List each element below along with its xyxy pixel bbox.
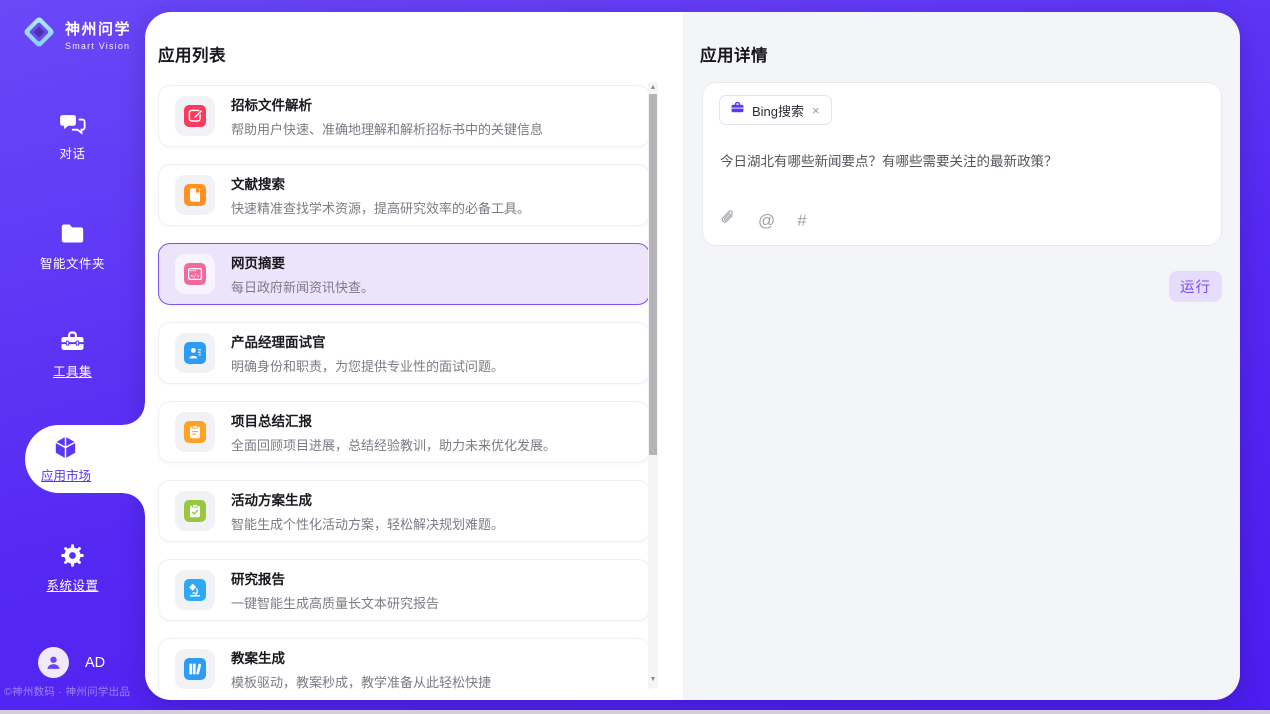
sidebar-item-label: 应用市场 — [41, 465, 91, 484]
list-scrollbar[interactable]: ▲ ▼ — [648, 82, 658, 688]
briefcase-icon — [730, 100, 745, 120]
app-card-literature-search[interactable]: 文献搜索 快速精准查找学术资源，提高研究效率的必备工具。 — [158, 164, 650, 226]
app-icon-frame — [175, 491, 215, 531]
app-card-desc: 帮助用户快速、准确地理解和解析招标书中的关键信息 — [231, 119, 543, 138]
brand-subtitle: Smart Vision — [65, 41, 131, 51]
cube-icon — [52, 434, 79, 461]
app-card-desc: 全面回顾项目进展，总结经验教训，助力未来优化发展。 — [231, 435, 556, 454]
app-card-desc: 明确身份和职责，为您提供专业性的面试问题。 — [231, 356, 504, 375]
bottom-edge-strip — [0, 710, 1270, 714]
interviewer-icon — [184, 342, 206, 364]
app-list-title: 应用列表 — [158, 42, 226, 66]
app-icon-frame — [175, 96, 215, 136]
app-card-web-summary[interactable]: </> 网页摘要 每日政府新闻资讯快查。 — [158, 243, 650, 305]
books-icon — [184, 658, 206, 680]
user-name: AD — [85, 655, 105, 671]
gear-icon — [59, 542, 86, 569]
sidebar-item-chat[interactable]: 对话 — [0, 110, 145, 162]
sidebar-item-toolset[interactable]: 工具集 — [0, 328, 145, 380]
run-button[interactable]: 运行 — [1169, 271, 1222, 302]
tool-tag-bing-search[interactable]: Bing搜索 × — [719, 95, 832, 125]
hash-icon[interactable]: # — [797, 212, 806, 229]
app-card-pm-interviewer[interactable]: 产品经理面试官 明确身份和职责，为您提供专业性的面试问题。 — [158, 322, 650, 384]
active-pill-notch-top — [123, 403, 145, 425]
app-icon-frame — [175, 175, 215, 215]
app-card-desc: 模板驱动，教案秒成，教学准备从此轻松快捷 — [231, 672, 491, 690]
paperclip-icon[interactable] — [720, 210, 736, 231]
sidebar-item-app-market[interactable]: 应用市场 — [25, 425, 145, 493]
app-icon-frame — [175, 649, 215, 689]
user-account[interactable]: AD — [38, 647, 105, 678]
app-card-title: 活动方案生成 — [231, 489, 504, 509]
input-toolbar: @ # — [720, 210, 807, 231]
brand-logo: 神州问学 Smart Vision — [20, 13, 131, 56]
app-card-desc: 智能生成个性化活动方案，轻松解决规划难题。 — [231, 514, 504, 533]
app-icon-frame — [175, 570, 215, 610]
app-card-title: 文献搜索 — [231, 173, 530, 193]
brand-name: 神州问学 — [65, 18, 131, 39]
app-card-desc: 一键智能生成高质量长文本研究报告 — [231, 593, 439, 612]
clipboard-check-icon — [184, 500, 206, 522]
brand-diamond-icon — [20, 13, 58, 56]
app-card-title: 教案生成 — [231, 647, 491, 667]
app-card-desc: 快速精准查找学术资源，提高研究效率的必备工具。 — [231, 198, 530, 217]
app-list-panel: 应用列表 招标文件解析 帮助用户快速、准确地理解和解析招标书中的关键信息 — [145, 12, 683, 700]
app-card-project-summary[interactable]: 项目总结汇报 全面回顾项目进展，总结经验教训，助力未来优化发展。 — [158, 401, 650, 463]
app-card-event-plan[interactable]: 活动方案生成 智能生成个性化活动方案，轻松解决规划难题。 — [158, 480, 650, 542]
active-pill-notch-bottom — [123, 493, 145, 515]
app-card-title: 研究报告 — [231, 568, 439, 588]
sidebar-item-settings[interactable]: 系统设置 — [0, 542, 145, 594]
copyright-footer: ©神州数码 · 神州问学出品 — [4, 684, 144, 699]
app-detail-title: 应用详情 — [700, 42, 768, 66]
mention-icon[interactable]: @ — [758, 212, 775, 229]
clipboard-icon — [184, 421, 206, 443]
sidebar: 神州问学 Smart Vision 对话 智能文件夹 — [0, 0, 145, 714]
sidebar-item-label: 工具集 — [53, 361, 92, 380]
book-icon — [184, 184, 206, 206]
app-icon-frame: </> — [175, 254, 215, 294]
query-text[interactable]: 今日湖北有哪些新闻要点？有哪些需要关注的最新政策？ — [720, 152, 1200, 172]
app-card-bid-analysis[interactable]: 招标文件解析 帮助用户快速、准确地理解和解析招标书中的关键信息 — [158, 85, 650, 147]
app-icon-frame — [175, 412, 215, 452]
app-card-title: 项目总结汇报 — [231, 410, 556, 430]
microscope-icon — [184, 579, 206, 601]
app-card-desc: 每日政府新闻资讯快查。 — [231, 277, 374, 296]
toolbox-icon — [59, 328, 86, 355]
app-card-title: 招标文件解析 — [231, 94, 543, 114]
sidebar-item-label: 对话 — [59, 143, 85, 162]
folder-icon — [59, 220, 86, 247]
scroll-down-arrow[interactable]: ▼ — [648, 674, 658, 686]
app-card-title: 产品经理面试官 — [231, 331, 504, 351]
app-card-title: 网页摘要 — [231, 252, 374, 272]
app-card-lesson-plan[interactable]: 教案生成 模板驱动，教案秒成，教学准备从此轻松快捷 — [158, 638, 650, 690]
prompt-input-card[interactable]: Bing搜索 × 今日湖北有哪些新闻要点？有哪些需要关注的最新政策？ @ # — [702, 82, 1222, 246]
close-icon[interactable]: × — [811, 104, 821, 117]
scrollbar-thumb[interactable] — [649, 94, 657, 455]
scroll-up-arrow[interactable]: ▲ — [648, 82, 658, 94]
app-detail-panel: 应用详情 Bing搜索 × 今日湖北有哪些新闻要点？有哪些需要关注的最新政策？ — [683, 12, 1240, 700]
edit-doc-icon — [184, 105, 206, 127]
app-icon-frame — [175, 333, 215, 373]
tool-tag-label: Bing搜索 — [752, 101, 804, 120]
webpage-code-icon: </> — [184, 263, 206, 285]
svg-text:</>: </> — [190, 273, 199, 279]
sidebar-item-label: 系统设置 — [46, 575, 98, 594]
app-card-research-report[interactable]: 研究报告 一键智能生成高质量长文本研究报告 — [158, 559, 650, 621]
chat-icon — [59, 110, 86, 137]
main-content: 应用列表 招标文件解析 帮助用户快速、准确地理解和解析招标书中的关键信息 — [145, 12, 1240, 700]
sidebar-item-smart-folder[interactable]: 智能文件夹 — [0, 220, 145, 272]
avatar — [38, 647, 69, 678]
sidebar-item-label: 智能文件夹 — [40, 253, 105, 272]
app-list: 招标文件解析 帮助用户快速、准确地理解和解析招标书中的关键信息 文献搜索 快速精… — [158, 82, 650, 690]
